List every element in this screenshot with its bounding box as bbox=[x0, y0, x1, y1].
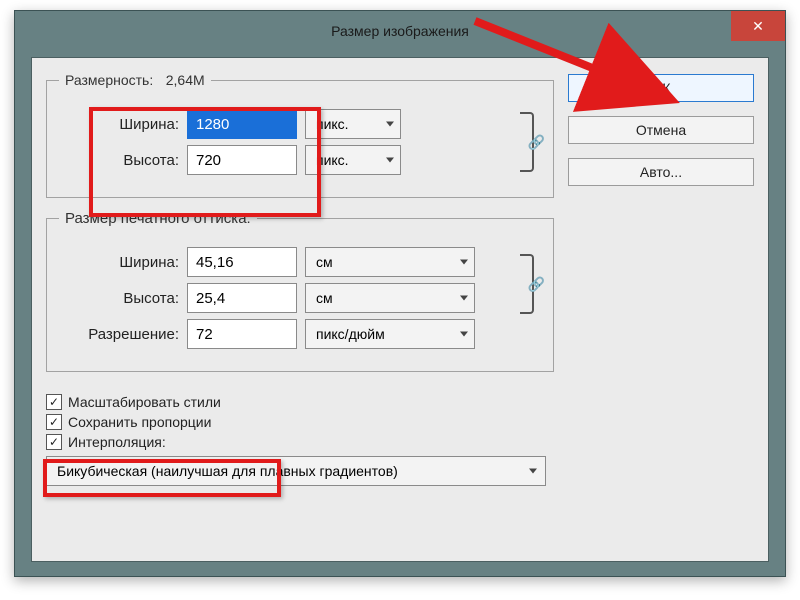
interpolation-checkbox[interactable]: ✓ Интерполяция: bbox=[46, 434, 554, 450]
checkbox-icon: ✓ bbox=[46, 434, 62, 450]
scale-styles-checkbox[interactable]: ✓ Масштабировать стили bbox=[46, 394, 554, 410]
image-size-dialog: Размер изображения ✕ Размерность: 2,64M bbox=[14, 10, 786, 577]
close-button[interactable]: ✕ bbox=[731, 11, 785, 41]
px-height-input[interactable] bbox=[187, 145, 297, 175]
px-width-label: Ширина: bbox=[59, 116, 179, 133]
dialog-content: Размерность: 2,64M Ширина: пикс. bbox=[31, 57, 769, 562]
constrain-label: Сохранить пропорции bbox=[68, 414, 211, 430]
checkbox-icon: ✓ bbox=[46, 414, 62, 430]
print-height-label: Высота: bbox=[59, 290, 179, 307]
link-icon: 🔗 bbox=[528, 276, 545, 293]
print-link-column: 🔗 bbox=[513, 245, 541, 323]
cancel-button[interactable]: Отмена bbox=[568, 116, 754, 144]
px-link-column: 🔗 bbox=[513, 103, 541, 181]
resolution-label: Разрешение: bbox=[59, 326, 179, 343]
chevron-down-icon bbox=[529, 469, 537, 474]
px-height-unit-select[interactable]: пикс. bbox=[305, 145, 401, 175]
chevron-down-icon bbox=[460, 332, 468, 337]
auto-button[interactable]: Авто... bbox=[568, 158, 754, 186]
titlebar: Размер изображения ✕ bbox=[15, 11, 785, 49]
chevron-down-icon bbox=[386, 158, 394, 163]
pixel-dimensions-group: Размерность: 2,64M Ширина: пикс. bbox=[46, 72, 554, 198]
print-size-group: Размер печатного оттиска: Ширина: см bbox=[46, 210, 554, 372]
constrain-proportions-checkbox[interactable]: ✓ Сохранить пропорции bbox=[46, 414, 554, 430]
chevron-down-icon bbox=[460, 296, 468, 301]
print-width-label: Ширина: bbox=[59, 254, 179, 271]
px-height-label: Высота: bbox=[59, 152, 179, 169]
link-icon: 🔗 bbox=[528, 134, 545, 151]
resolution-unit-select[interactable]: пикс/дюйм bbox=[305, 319, 475, 349]
checkbox-icon: ✓ bbox=[46, 394, 62, 410]
print-width-input[interactable] bbox=[187, 247, 297, 277]
pixel-dimensions-legend: Размерность: 2,64M bbox=[59, 72, 211, 89]
print-height-unit-select[interactable]: см bbox=[305, 283, 475, 313]
ok-button[interactable]: ОК bbox=[568, 74, 754, 102]
print-height-input[interactable] bbox=[187, 283, 297, 313]
print-width-unit-select[interactable]: см bbox=[305, 247, 475, 277]
scale-styles-label: Масштабировать стили bbox=[68, 394, 221, 410]
chevron-down-icon bbox=[386, 122, 394, 127]
interpolation-label: Интерполяция: bbox=[68, 434, 166, 450]
px-width-input[interactable] bbox=[187, 109, 297, 139]
close-icon: ✕ bbox=[752, 7, 764, 45]
dialog-title: Размер изображения bbox=[331, 23, 469, 39]
resolution-input[interactable] bbox=[187, 319, 297, 349]
print-size-legend: Размер печатного оттиска: bbox=[59, 210, 257, 227]
chevron-down-icon bbox=[460, 260, 468, 265]
interpolation-select[interactable]: Бикубическая (наилучшая для плавных град… bbox=[46, 456, 546, 486]
px-width-unit-select[interactable]: пикс. bbox=[305, 109, 401, 139]
